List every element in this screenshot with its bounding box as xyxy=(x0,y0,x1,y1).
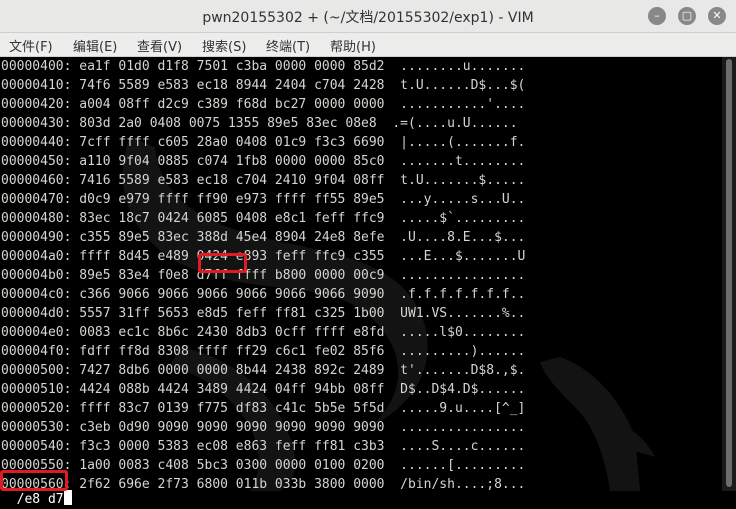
window-title: pwn20155302 + (~/文档/20155302/exp1) - VIM xyxy=(202,10,534,26)
hex-line: 000004c0: c366 9066 9066 9066 9066 9066 … xyxy=(1,287,526,302)
title-bar: pwn20155302 + (~/文档/20155302/exp1) - VIM… xyxy=(0,0,736,33)
hex-line: 00000420: a004 08ff d2c9 c389 f68d bc27 … xyxy=(1,97,526,112)
hex-line: 000004d0: 5557 31ff 5653 e8d5 feff ff81 … xyxy=(1,306,526,321)
hex-line: 00000560: 2f62 696e 2f73 6800 011b 033b … xyxy=(1,477,526,491)
menu-edit[interactable]: 编辑(E) xyxy=(73,36,117,55)
hex-line: 00000440: 7cff ffff c605 28a0 0408 01c9 … xyxy=(1,135,526,150)
hex-line: 000004b0: 89e5 83e4 f0e8 d7ff ffff b800 … xyxy=(1,268,526,283)
text-cursor xyxy=(63,490,72,505)
hex-line: 000004f0: fdff ff8d 8308 ffff ff29 c6c1 … xyxy=(1,344,526,359)
hex-line: 00000430: 803d 2a0 0408 0075 1355 89e5 8… xyxy=(1,116,518,131)
hex-line: 00000490: c355 89e5 83ec 388d 45e4 8904 … xyxy=(1,230,526,245)
search-match-highlight xyxy=(198,253,247,273)
hex-line: 00000400: ea1f 01d0 d1f8 7501 c3ba 0000 … xyxy=(1,59,526,74)
scrollbar-thumb[interactable] xyxy=(726,59,732,487)
scrollbar[interactable] xyxy=(722,57,736,491)
menu-bar: 文件(F) 编辑(E) 查看(V) 搜索(S) 终端(T) 帮助(H) xyxy=(0,33,736,57)
terminal-area[interactable]: 00000400: ea1f 01d0 d1f8 7501 c3ba 0000 … xyxy=(0,57,722,491)
menu-terminal[interactable]: 终端(T) xyxy=(266,36,310,55)
hex-line: 000004a0: ffff 8d45 e489 0424 e893 feff … xyxy=(1,249,526,264)
hex-line: 00000500: 7427 8db6 0000 0000 8b44 2438 … xyxy=(1,363,526,378)
hex-line: 00000550: 1a00 0083 c408 5bc3 0300 0000 … xyxy=(1,458,526,473)
maximize-button[interactable]: ▢ xyxy=(678,7,696,25)
hex-line: 00000460: 7416 5589 e583 ec18 c704 2410 … xyxy=(1,173,526,188)
menu-view[interactable]: 查看(V) xyxy=(137,36,182,55)
hex-line: 000004e0: 0083 ec1c 8b6c 2430 8db3 0cff … xyxy=(1,325,526,340)
hex-line: 00000480: 83ec 18c7 0424 6085 0408 e8c1 … xyxy=(1,211,526,226)
menu-file[interactable]: 文件(F) xyxy=(9,36,53,55)
hex-line: 00000530: c3eb 0d90 9090 9090 9090 9090 … xyxy=(1,420,526,435)
close-button[interactable]: ✕ xyxy=(708,7,726,25)
hex-line: 00000510: 4424 088b 4424 3489 4424 04ff … xyxy=(1,382,526,397)
menu-help[interactable]: 帮助(H) xyxy=(330,36,376,55)
hex-line: 00000450: a110 9f04 0885 c074 1fb8 0000 … xyxy=(1,154,526,169)
minimize-button[interactable]: – xyxy=(648,7,666,25)
menu-search[interactable]: 搜索(S) xyxy=(202,36,246,55)
hex-line: 00000520: ffff 83c7 0139 f775 df83 c41c … xyxy=(1,401,526,416)
hex-line: 00000540: f3c3 0000 5383 ec08 e863 feff … xyxy=(1,439,526,454)
hex-line: 00000470: d0c9 e979 ffff ff90 e973 ffff … xyxy=(1,192,526,207)
command-highlight xyxy=(0,470,68,491)
hex-line: 00000410: 74f6 5589 e583 ec18 8944 2404 … xyxy=(1,78,526,93)
search-command: /e8 d7 xyxy=(16,492,64,507)
